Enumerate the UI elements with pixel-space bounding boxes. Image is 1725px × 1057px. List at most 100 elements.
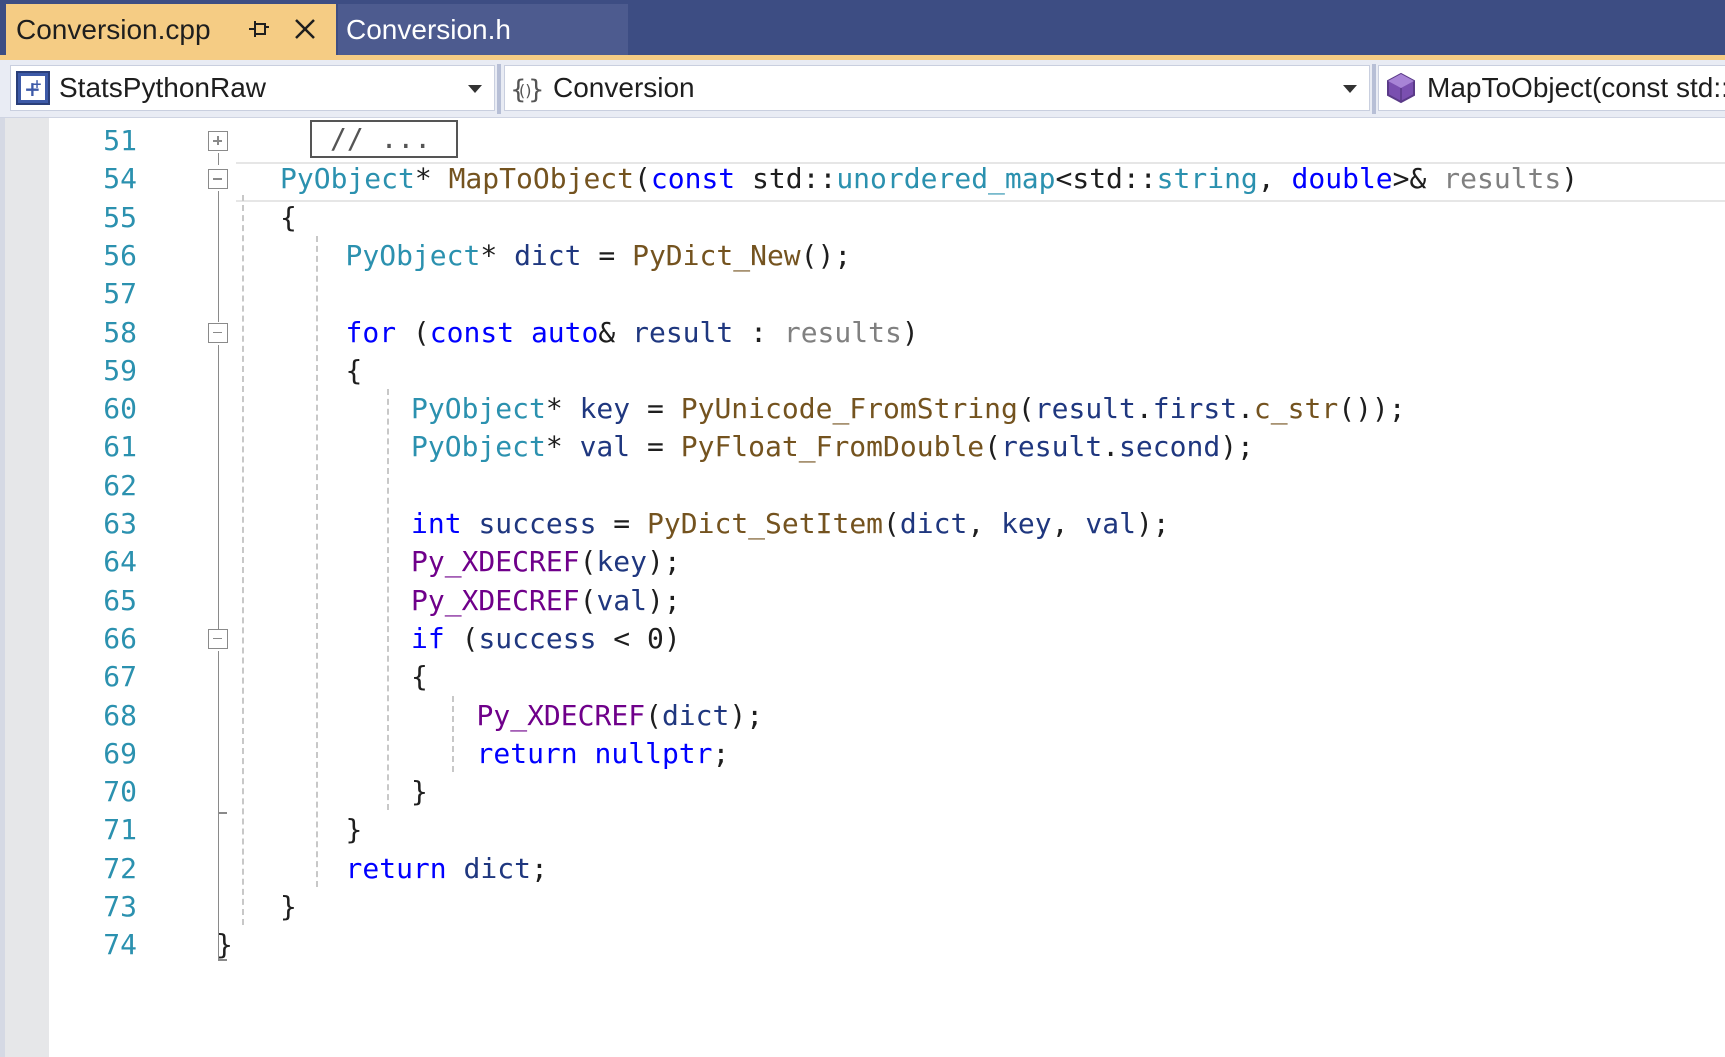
code-token: ());: [1338, 392, 1406, 426]
code-token: results: [1443, 162, 1562, 196]
code-token: std::: [735, 162, 837, 196]
code-token: =: [630, 392, 681, 426]
code-line[interactable]: int success = PyDict_SetItem(dict, key, …: [411, 504, 1170, 544]
code-token: key: [579, 392, 631, 426]
project-name: StatsPythonRaw: [59, 72, 266, 103]
fold-glyph: [213, 331, 222, 333]
code-line[interactable]: {: [346, 351, 363, 391]
code-line[interactable]: PyObject* dict = PyDict_New();: [346, 236, 852, 276]
code-token: results: [783, 315, 902, 349]
code-token: dict: [514, 238, 582, 272]
member-name: MapToObject(const std::unordered_map<std…: [1427, 72, 1725, 103]
tab-conversion-cpp[interactable]: Conversion.cpp: [6, 4, 336, 55]
code-token: MapToObject: [448, 162, 635, 196]
code-token: }: [280, 890, 297, 923]
expand-region-icon[interactable]: [208, 131, 228, 151]
code-line[interactable]: Py_XDECREF(key);: [411, 542, 681, 582]
code-token: val: [596, 583, 648, 617]
code-token: ();: [800, 238, 852, 272]
code-token: ;: [712, 736, 730, 770]
code-token: >&: [1392, 162, 1444, 196]
code-token: const: [650, 162, 736, 196]
svg-text:+: +: [32, 77, 42, 91]
code-token: ,: [1051, 507, 1086, 540]
code-token: :: [733, 315, 784, 349]
tab-conversion-h[interactable]: Conversion.h: [338, 4, 628, 55]
code-line[interactable]: Py_XDECREF(val);: [411, 581, 681, 621]
code-token: <std::: [1055, 162, 1157, 196]
code-line[interactable]: PyObject* MapToObject(const std::unorder…: [280, 159, 1578, 199]
code-line[interactable]: {: [411, 657, 428, 697]
code-token: auto: [530, 315, 599, 349]
code-token: &: [598, 315, 633, 349]
code-token: int: [411, 507, 462, 540]
code-token: ): [1561, 162, 1579, 196]
code-line[interactable]: }: [411, 772, 428, 812]
code-line[interactable]: PyObject* key = PyUnicode_FromString(res…: [411, 389, 1406, 429]
code-token: PyFloat_FromDouble: [680, 430, 985, 464]
code-token: =: [581, 238, 633, 272]
collapse-region-icon[interactable]: [208, 169, 228, 190]
code-token: val: [1085, 507, 1136, 540]
code-token: if: [411, 621, 445, 655]
code-token: first: [1152, 392, 1238, 426]
code-token: PyObject: [345, 238, 481, 272]
code-line[interactable]: }: [280, 887, 297, 927]
indent-guide: [452, 695, 454, 773]
code-token: {: [280, 200, 297, 234]
collapse-region-icon[interactable]: [208, 628, 228, 649]
code-token: Py_XDECREF: [411, 545, 580, 579]
code-line[interactable]: return nullptr;: [477, 734, 730, 774]
collapse-region-icon[interactable]: [208, 322, 228, 343]
cpp-project-icon: + +: [16, 71, 50, 105]
code-token: (: [1017, 392, 1035, 426]
code-token: PyObject: [411, 392, 546, 426]
tab-label: Conversion.cpp: [16, 13, 211, 45]
code-token: );: [647, 583, 681, 617]
fold-line: [217, 153, 219, 166]
member-dropdown[interactable]: MapToObject(const std::unordered_map<std…: [1378, 65, 1725, 111]
code-token: PyUnicode_FromString: [680, 392, 1018, 426]
code-token: string: [1156, 162, 1258, 196]
code-token: (: [579, 583, 597, 617]
project-dropdown[interactable]: + + StatsPythonRaw: [10, 65, 495, 111]
code-line[interactable]: return dict;: [346, 849, 548, 889]
code-token: );: [647, 545, 681, 579]
code-token: PyDict_New: [632, 238, 801, 272]
chevron-down-icon: [1343, 85, 1357, 93]
code-token: result: [1001, 430, 1103, 464]
pin-icon[interactable]: [246, 16, 272, 42]
code-token: }: [411, 775, 428, 809]
code-token: (: [645, 698, 662, 732]
code-token: );: [1220, 430, 1254, 464]
code-token: (: [883, 507, 900, 540]
code-token: );: [1135, 507, 1170, 540]
scope-dropdown[interactable]: { } () Conversion: [504, 65, 1370, 111]
code-token: dict: [463, 851, 531, 885]
code-token: (: [984, 430, 1002, 464]
chevron-down-icon: [468, 85, 482, 93]
code-token: .: [1135, 392, 1153, 426]
nav-separator: [497, 64, 501, 114]
editor-window: Conversion.cpp Conversion.h + + StatsPyt…: [0, 0, 1725, 1057]
code-token: PyObject: [411, 430, 546, 464]
code-line[interactable]: }: [346, 810, 363, 850]
code-token: < 0): [596, 621, 681, 655]
collapsed-region[interactable]: // ...: [310, 120, 458, 158]
code-token: *: [480, 238, 515, 272]
code-line[interactable]: Py_XDECREF(dict);: [477, 696, 764, 736]
code-line[interactable]: for (const auto& result : results): [346, 313, 919, 353]
code-token: .: [1102, 430, 1120, 464]
code-token: result: [632, 315, 734, 349]
code-line[interactable]: {: [280, 198, 297, 238]
code-line[interactable]: PyObject* val = PyFloat_FromDouble(resul…: [411, 427, 1254, 467]
close-icon[interactable]: [292, 16, 318, 42]
code-token: return: [476, 736, 578, 770]
code-token: (: [579, 545, 597, 579]
code-token: key: [596, 545, 648, 579]
code-line[interactable]: if (success < 0): [411, 619, 681, 659]
code-text-area[interactable]: // ... PyObject* MapToObject(const std::…: [0, 118, 1725, 1057]
code-editor[interactable]: 51 54 55 56 57 58 59 60 61 62 63 64 65 66 67 68 69 70 71 72…: [0, 118, 1725, 1057]
code-token: );: [729, 698, 764, 732]
